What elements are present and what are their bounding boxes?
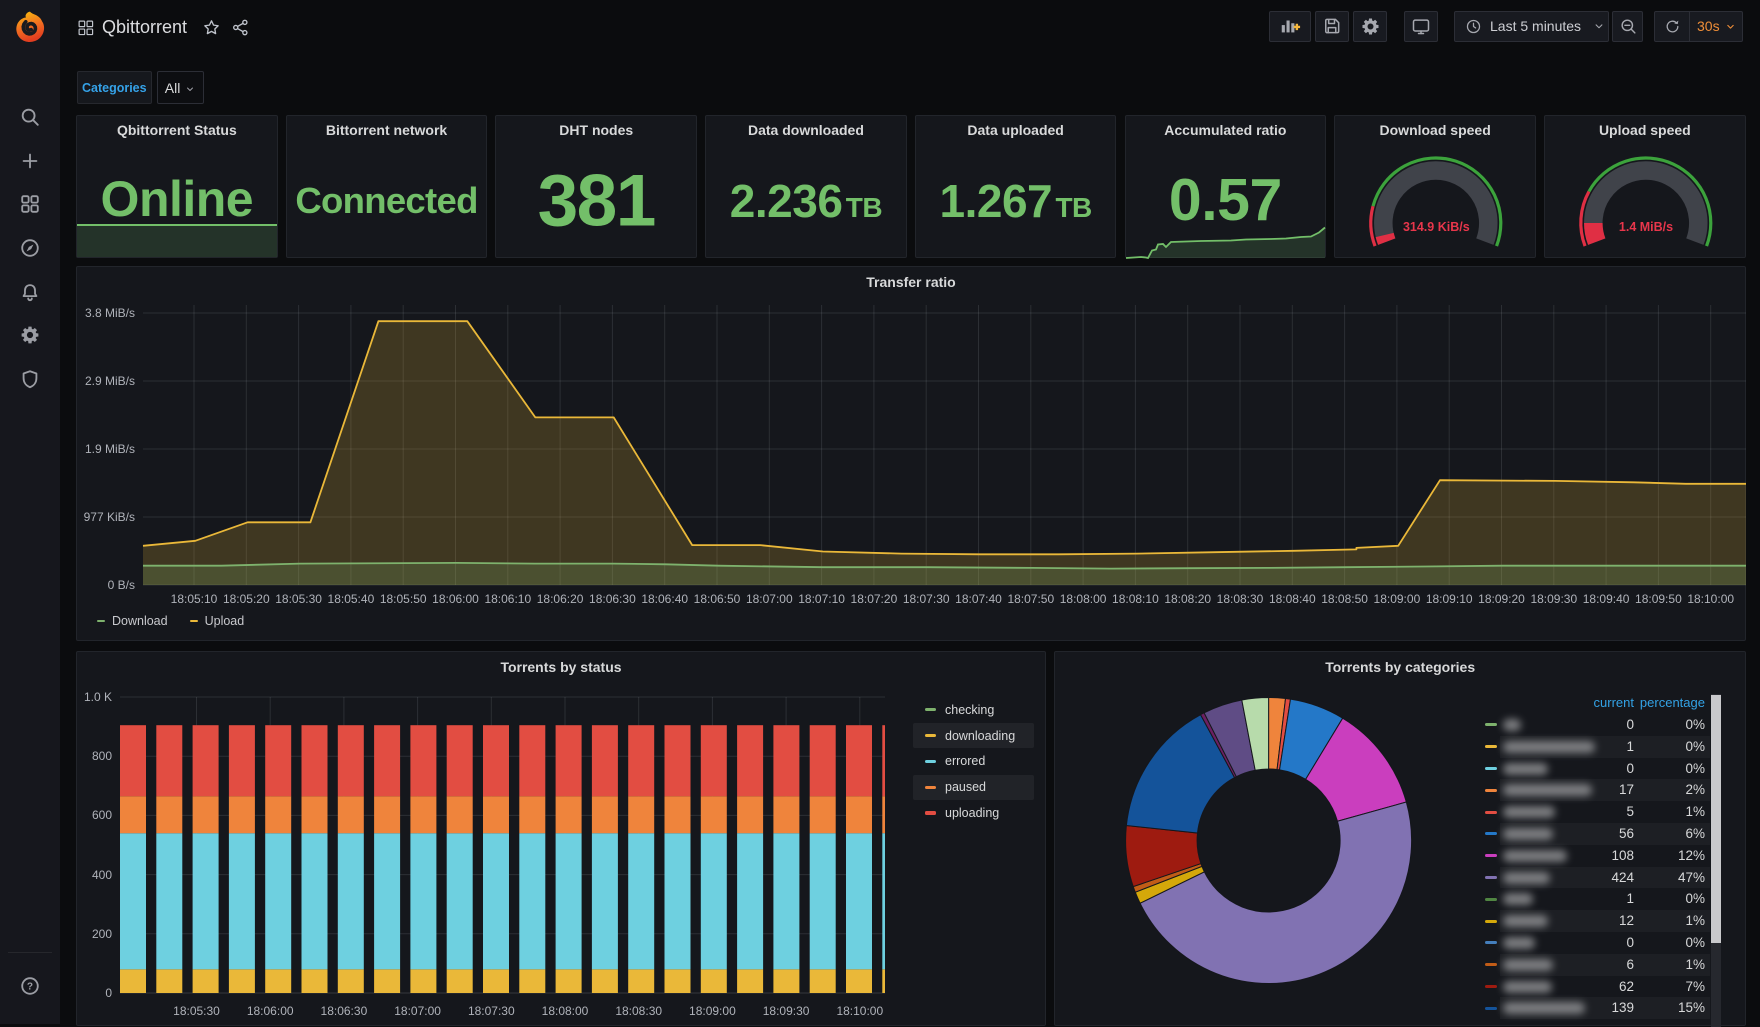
svg-text:?: ? xyxy=(27,982,33,993)
